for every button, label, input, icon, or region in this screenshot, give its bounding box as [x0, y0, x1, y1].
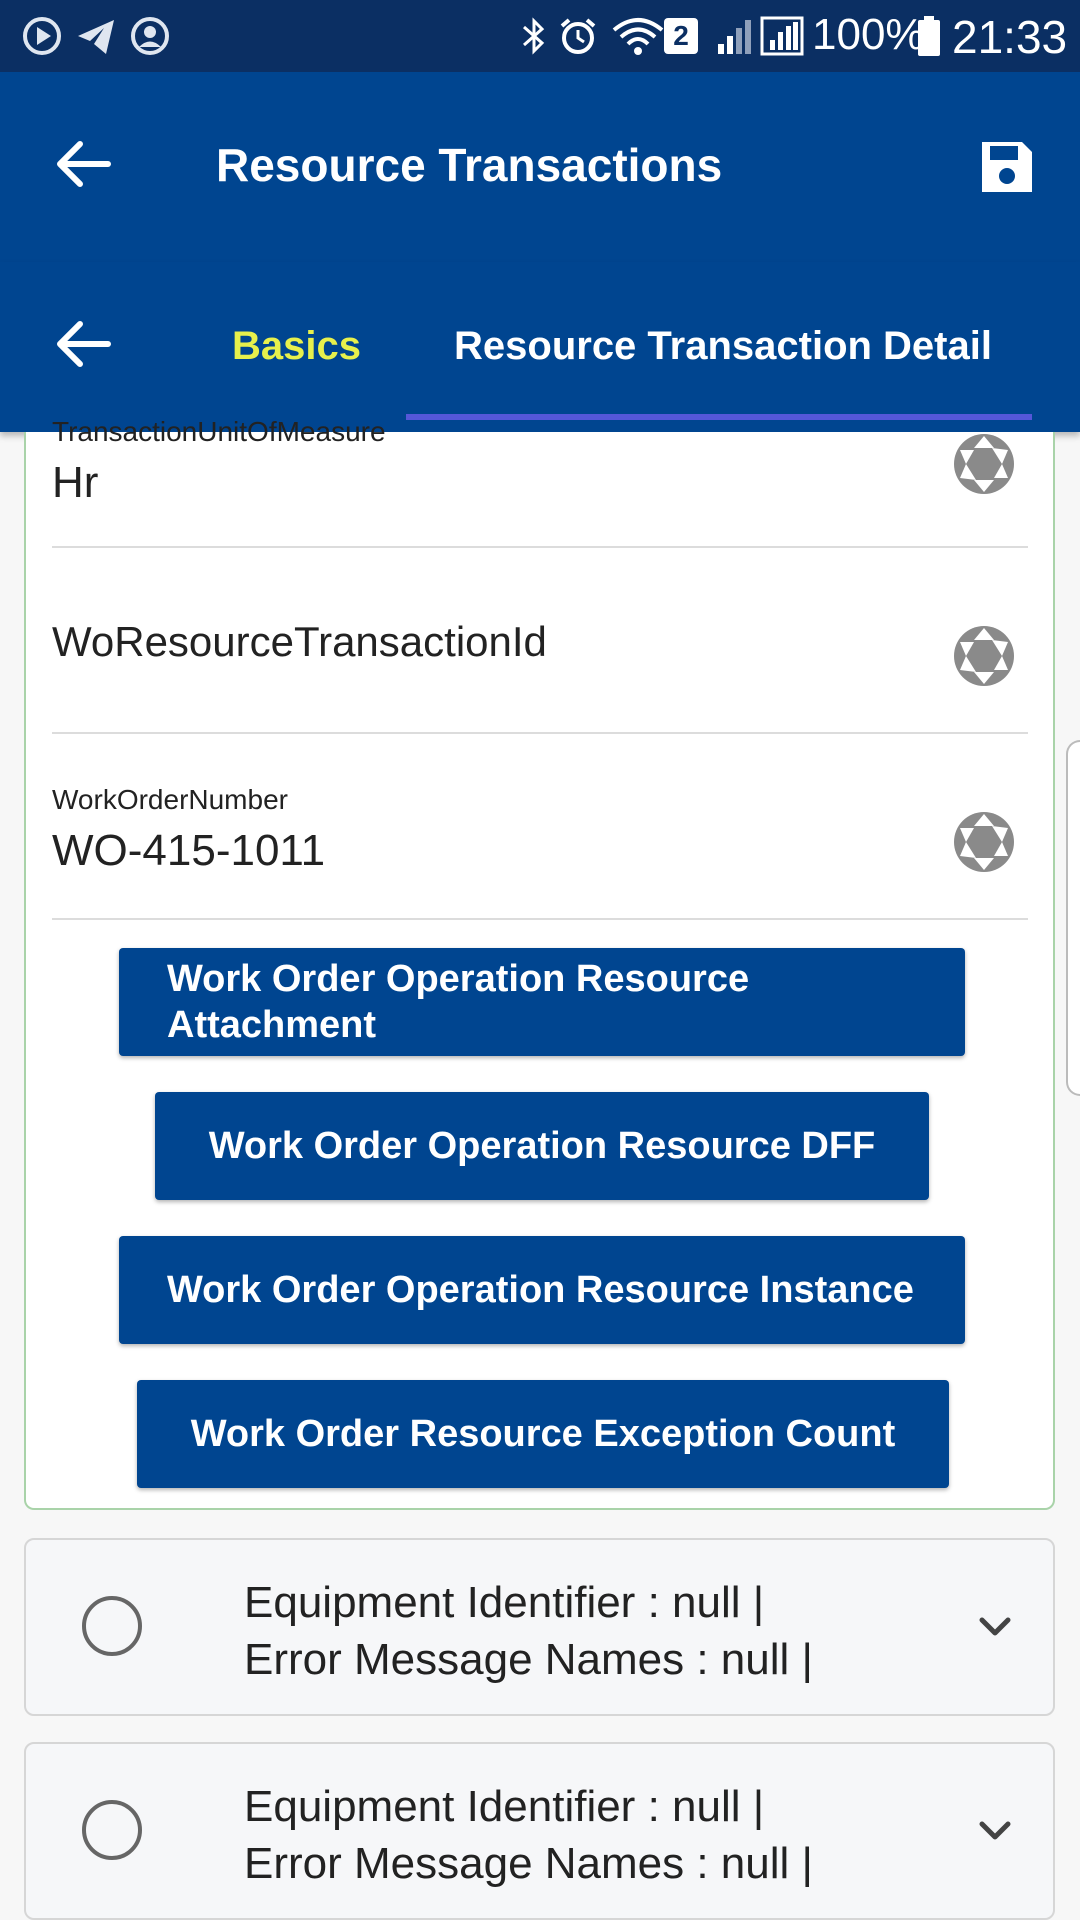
page-title: Resource Transactions: [216, 139, 723, 191]
battery-icon: [918, 16, 940, 56]
list-item-line2: Error Message Names : null |: [244, 1839, 813, 1888]
field-row-work-order-number[interactable]: WorkOrderNumber WO-415-1011: [52, 734, 1028, 920]
field-label: TransactionUnitOfMeasure: [52, 416, 386, 447]
wifi-icon: [612, 18, 664, 55]
active-tab-indicator: [406, 414, 1032, 420]
list-item-text: Equipment Identifier : null | Error Mess…: [244, 1574, 813, 1688]
select-radio[interactable]: [82, 1596, 142, 1656]
status-bar: 2 100% 21:33: [0, 0, 1080, 72]
select-radio[interactable]: [82, 1800, 142, 1860]
side-drawer-handle[interactable]: [1066, 740, 1080, 1096]
attachment-button[interactable]: Work Order Operation Resource Attachment: [119, 948, 965, 1056]
list-item-line1: Equipment Identifier : null |: [244, 1782, 765, 1831]
button-label: Work Order Operation Resource DFF: [208, 1125, 876, 1167]
camera-aperture-icon[interactable]: [952, 810, 1016, 874]
camera-aperture-icon[interactable]: [952, 624, 1016, 688]
list-item-line1: Equipment Identifier : null |: [244, 1578, 765, 1627]
signal-icon: [718, 20, 751, 54]
list-item-text: Equipment Identifier : null | Error Mess…: [244, 1778, 813, 1892]
field-row-unit-of-measure[interactable]: TransactionUnitOfMeasure Hr: [52, 416, 1028, 548]
chevron-down-icon[interactable]: [970, 1806, 1020, 1856]
list-item[interactable]: Equipment Identifier : null | Error Mess…: [24, 1538, 1055, 1716]
save-icon[interactable]: [978, 138, 1036, 196]
dff-button[interactable]: Work Order Operation Resource DFF: [155, 1092, 929, 1200]
media-play-icon: [23, 17, 61, 55]
bluetooth-icon: [523, 17, 545, 55]
camera-aperture-icon[interactable]: [952, 432, 1016, 496]
telegram-icon: [78, 20, 114, 54]
button-label: Work Order Resource Exception Count: [190, 1413, 896, 1455]
instance-button[interactable]: Work Order Operation Resource Instance: [119, 1236, 965, 1344]
alarm-icon: [560, 18, 596, 54]
tab-back-arrow-icon[interactable]: [52, 312, 116, 376]
signal-roaming-icon: [760, 16, 804, 56]
chevron-down-icon[interactable]: [970, 1602, 1020, 1652]
button-label: Work Order Operation Resource Instance: [167, 1269, 914, 1311]
battery-percent: 100%: [812, 10, 925, 59]
tab-bar: Basics Resource Transaction Detail: [0, 262, 1080, 432]
detail-card: TransactionUnitOfMeasure Hr WoResourceTr…: [24, 416, 1055, 1510]
exception-count-button[interactable]: Work Order Resource Exception Count: [137, 1380, 949, 1488]
button-label: Work Order Operation Resource Attachment: [167, 958, 750, 1046]
field-row-wo-resource-transaction-id[interactable]: WoResourceTransactionId: [52, 548, 1028, 734]
clock: 21:33: [952, 11, 1068, 63]
tab-resource-transaction-detail[interactable]: Resource Transaction Detail: [454, 324, 992, 369]
list-item[interactable]: Equipment Identifier : null | Error Mess…: [24, 1742, 1055, 1920]
field-label: WorkOrderNumber: [52, 784, 288, 815]
app-bar: Resource Transactions: [0, 72, 1080, 262]
field-value: Hr: [52, 458, 99, 507]
list-item-line2: Error Message Names : null |: [244, 1635, 813, 1684]
field-value: WO-415-1011: [52, 826, 326, 875]
back-arrow-icon[interactable]: [52, 132, 116, 196]
field-value: WoResourceTransactionId: [52, 618, 547, 665]
sim2-badge: 2: [664, 18, 698, 54]
tab-basics[interactable]: Basics: [232, 324, 361, 369]
account-icon: [131, 17, 169, 55]
